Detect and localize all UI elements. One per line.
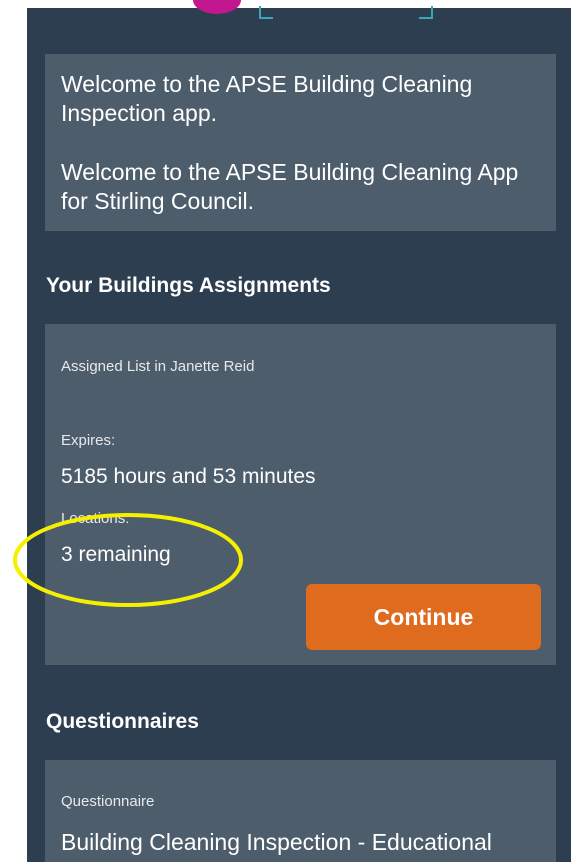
continue-button[interactable]: Continue [306,584,541,650]
expires-label: Expires: [61,432,116,449]
welcome-message-2: Welcome to the APSE Building Cleaning Ap… [61,159,519,214]
assigned-list-label: Assigned List in Janette Reid [61,358,255,375]
questionnaire-type-label: Questionnaire [61,793,155,810]
welcome-message-1: Welcome to the APSE Building Cleaning In… [61,71,473,126]
expires-value: 5185 hours and 53 minutes [61,465,316,488]
app-screen: Welcome to the APSE Building Cleaning In… [27,0,571,862]
questionnaire-title: Building Cleaning Inspection - Education… [61,829,492,862]
locations-label: Locations: [61,510,130,527]
assignment-card: Assigned List in Janette Reid Expires: 5… [45,324,556,665]
questionnaires-heading: Questionnaires [46,710,199,733]
welcome-card: Welcome to the APSE Building Cleaning In… [45,54,556,231]
assignments-heading: Your Buildings Assignments [46,274,331,297]
locations-value: 3 remaining [61,543,171,566]
app-logo [27,0,571,19]
questionnaire-card[interactable]: Questionnaire Building Cleaning Inspecti… [45,760,556,862]
